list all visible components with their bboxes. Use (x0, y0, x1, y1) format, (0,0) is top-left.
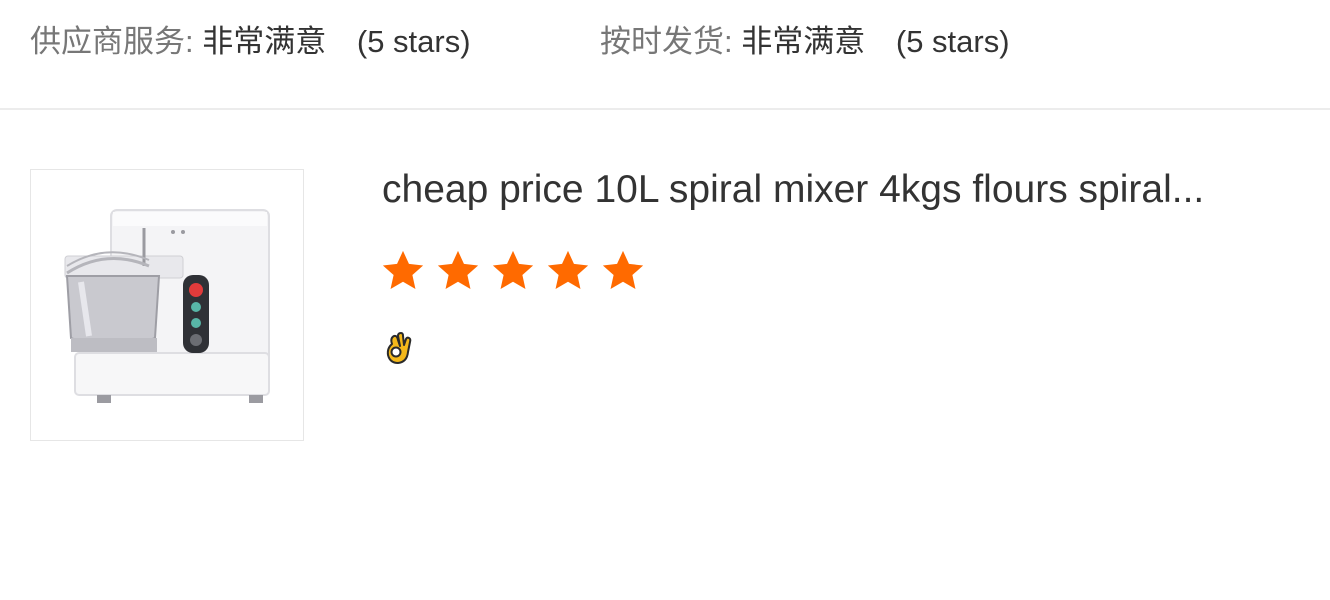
product-thumbnail[interactable] (30, 169, 304, 441)
star-icon (602, 250, 644, 290)
rating-stars-text: (5 stars) (895, 24, 1010, 59)
star-rating (380, 248, 655, 294)
ok-hand-emoji-icon (382, 330, 418, 366)
on-time-shipment-rating: 按时发货: 非常满意 (5 stars) (600, 22, 1010, 62)
rating-label: 按时发货: (600, 24, 733, 59)
rating-stars-text: (5 stars) (356, 24, 471, 59)
supplier-service-rating: 供应商服务: 非常满意 (5 stars) (30, 22, 471, 62)
spiral-mixer-image (64, 209, 270, 403)
rating-label: 供应商服务: (30, 24, 194, 59)
star-icon (437, 250, 479, 290)
rating-value: 非常满意 (202, 24, 327, 59)
product-title-link[interactable]: cheap price 10L spiral mixer 4kgs flours… (382, 166, 1322, 214)
review-item: cheap price 10L spiral mixer 4kgs flours… (0, 112, 1330, 600)
ratings-summary: 供应商服务: 非常满意 (5 stars) 按时发货: 非常满意 (5 star… (0, 0, 1330, 110)
star-icon (382, 250, 424, 290)
star-icon (547, 250, 589, 290)
rating-value: 非常满意 (741, 24, 866, 59)
star-icon (492, 250, 534, 290)
